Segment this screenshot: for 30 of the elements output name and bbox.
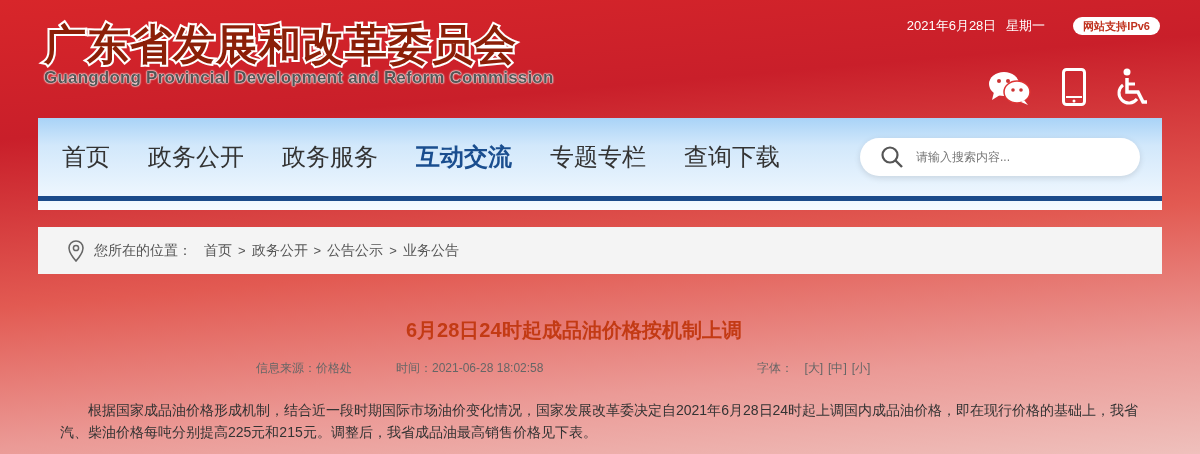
breadcrumb-link[interactable]: 政务公开 [251, 240, 308, 261]
site-title: 广东省发展和改革委员会 [44, 22, 518, 68]
nav-tab[interactable]: 首页 [62, 139, 110, 175]
nav-tab[interactable]: 互动交流 [416, 139, 512, 175]
breadcrumb-link[interactable]: 公告公示 [327, 240, 384, 261]
location-pin-icon [68, 239, 84, 262]
ipv6-badge: 网站支持IPv6 [1073, 16, 1160, 35]
time-text: 时间：2021-06-28 18:02:58 [396, 360, 544, 377]
breadcrumb-separator: > [389, 241, 397, 260]
wechat-icon[interactable] [988, 69, 1032, 106]
font-size-label: 字体： [757, 360, 794, 377]
source-text: 信息来源：价格处 [256, 360, 352, 377]
breadcrumb-separator: > [313, 241, 322, 260]
weekday-text: 星期一 [1006, 17, 1046, 35]
nav-tab[interactable]: 政务服务 [282, 139, 378, 175]
breadcrumb-label: 您所在的位置： [94, 241, 192, 260]
breadcrumb-separator: > [238, 241, 246, 260]
breadcrumb-link[interactable]: 业务公告 [402, 240, 459, 261]
nav-tab[interactable]: 专题专栏 [550, 139, 646, 175]
search-field[interactable]: 请输入搜索内容... [860, 138, 1140, 176]
breadcrumb-link[interactable]: 首页 [204, 240, 232, 261]
date-text: 2021年6月28日 [906, 17, 997, 35]
wheelchair-icon[interactable] [1116, 67, 1148, 106]
search-icon [880, 145, 904, 169]
article-title: 6月28日24时起成品油价格按机制上调 [406, 318, 743, 343]
site-subtitle: Guangdong Provincial Development and Reform Commission [44, 68, 554, 88]
mobile-phone-icon[interactable] [1062, 67, 1086, 106]
nav-tab[interactable]: 政务公开 [148, 139, 244, 175]
article-paragraph: 根据国家成品油价格形成机制，结合近一段时期国际市场油价变化情况，国家发展改革委决定自2021年6月28日24时起上调国内成品油价格，即在现行价格的基础上，我省汽、柴油价格每吨分别提高225元和215元。调整后，我省成品油最高销售价格见下表。 [60, 401, 1140, 442]
nav-tab[interactable]: 查询下载 [684, 139, 780, 175]
